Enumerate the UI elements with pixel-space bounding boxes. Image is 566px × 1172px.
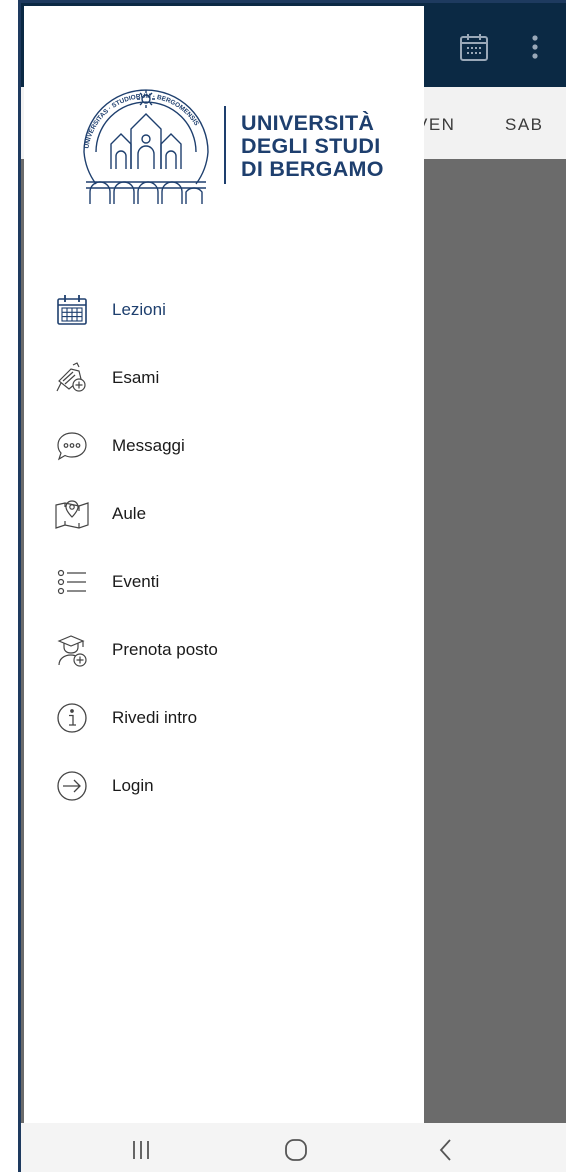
calendar-icon[interactable] <box>458 31 490 63</box>
recents-icon[interactable] <box>121 1135 161 1165</box>
calendar-icon <box>54 292 90 328</box>
drawer-menu: Lezioni Esami Messaggi Aule Eventi Preno… <box>24 276 424 820</box>
menu-item-messaggi[interactable]: Messaggi <box>24 412 424 480</box>
list-icon <box>54 564 90 600</box>
exam-pen-icon <box>54 360 90 396</box>
menu-label-messaggi: Messaggi <box>112 436 185 455</box>
info-icon <box>54 700 90 736</box>
navigation-drawer: UNIVERSITAS · STUDIORUM · BERGOMENSIS UN… <box>24 6 424 1123</box>
university-name-line2: DEGLI STUDI <box>241 134 381 158</box>
logo-divider <box>224 106 226 184</box>
chat-bubble-icon <box>54 428 90 464</box>
map-pin-icon <box>54 496 90 532</box>
graduate-add-icon <box>54 632 90 668</box>
menu-item-esami[interactable]: Esami <box>24 344 424 412</box>
more-vert-icon[interactable] <box>529 33 541 61</box>
menu-label-aule: Aule <box>112 504 147 523</box>
menu-item-eventi[interactable]: Eventi <box>24 548 424 616</box>
menu-label-esami: Esami <box>112 368 160 387</box>
menu-label-login: Login <box>112 776 154 795</box>
university-name: UNIVERSITÀ DEGLI STUDI DI BERGAMO <box>241 112 384 181</box>
menu-item-lezioni[interactable]: Lezioni <box>24 276 424 344</box>
menu-label-eventi: Eventi <box>112 572 160 591</box>
system-navigation-bar <box>21 1123 566 1172</box>
day-label-sab[interactable]: SAB <box>505 115 544 135</box>
university-name-line3: DI BERGAMO <box>241 157 384 181</box>
menu-item-prenota-posto[interactable]: Prenota posto <box>24 616 424 684</box>
back-icon[interactable] <box>426 1135 466 1165</box>
menu-item-aule[interactable]: Aule <box>24 480 424 548</box>
phone-screen: VEN SAB UNIVERSITAS · STUDIORUM · BERGOM… <box>18 0 566 1172</box>
university-name-line1: UNIVERSITÀ <box>241 111 375 135</box>
menu-label-prenota-posto: Prenota posto <box>112 640 218 659</box>
menu-item-rivedi-intro[interactable]: Rivedi intro <box>24 684 424 752</box>
login-arrow-icon <box>54 768 90 804</box>
menu-label-lezioni: Lezioni <box>112 300 166 319</box>
home-icon[interactable] <box>276 1135 316 1165</box>
menu-label-rivedi-intro: Rivedi intro <box>112 708 198 727</box>
menu-item-login[interactable]: Login <box>24 752 424 820</box>
